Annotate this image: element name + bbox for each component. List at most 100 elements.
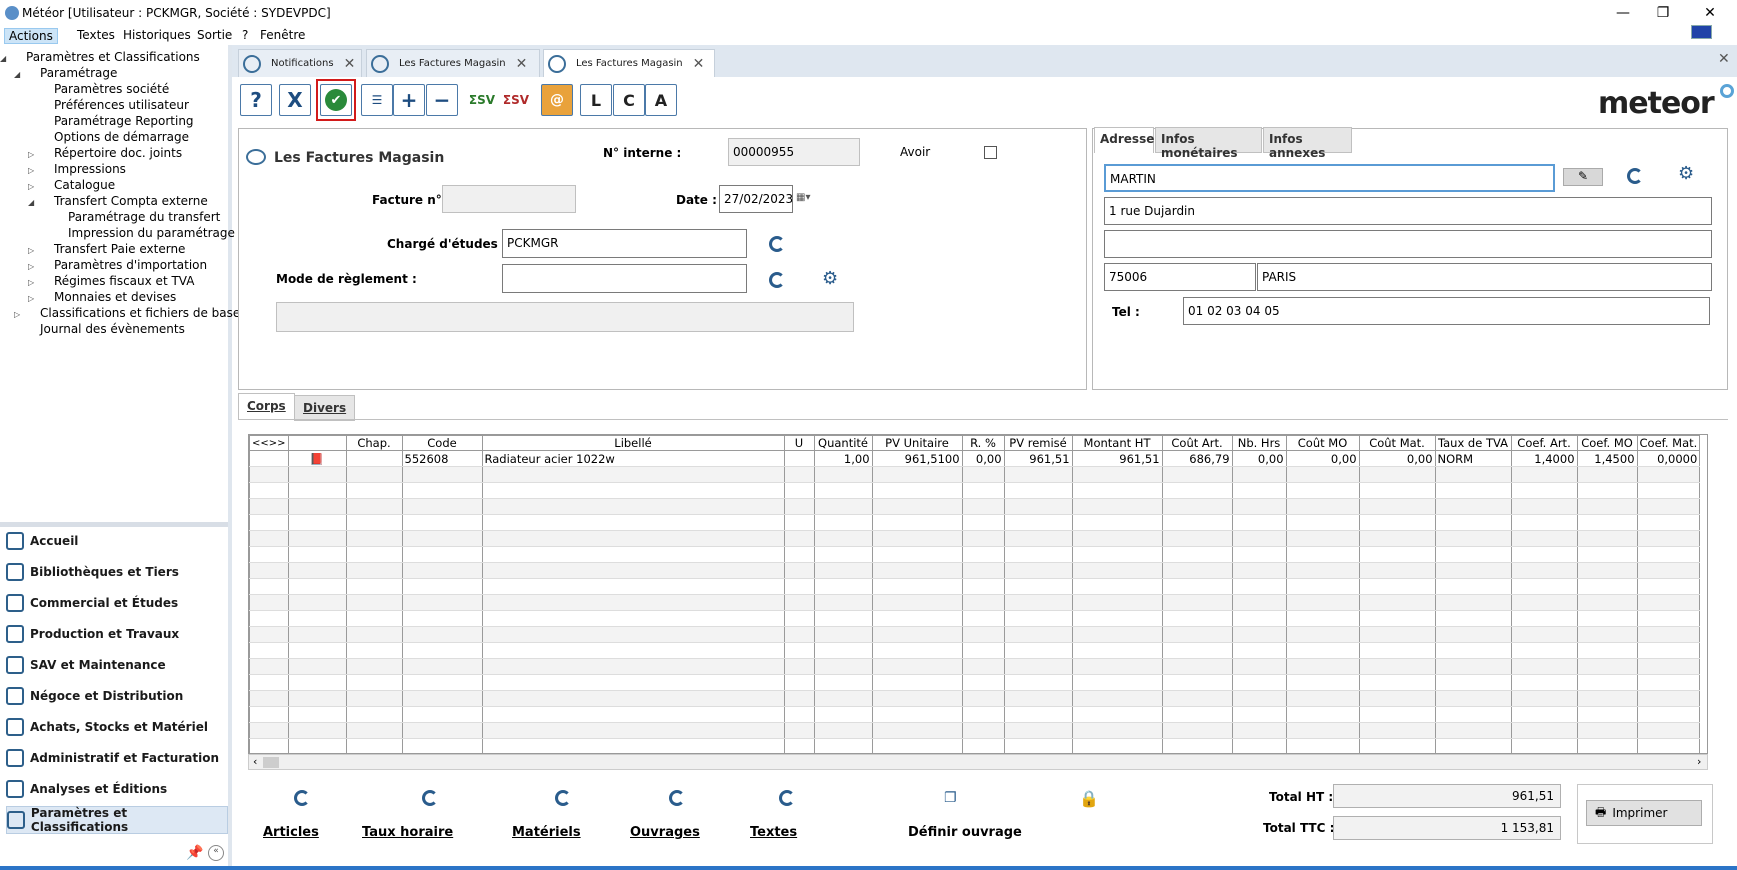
menu-actions[interactable]: Actions [4,28,58,44]
table-cell[interactable] [1003,642,1073,659]
table-cell[interactable] [813,578,873,595]
table-cell[interactable] [1285,498,1360,515]
table-cell[interactable] [345,642,403,659]
column-header[interactable]: R. % [961,435,1005,451]
table-cell[interactable] [961,514,1005,531]
tree-item[interactable]: Paramètres et Classifications [26,50,200,64]
table-cell[interactable] [345,514,403,531]
table-cell[interactable] [1576,514,1638,531]
table-cell[interactable] [961,546,1005,563]
add-l-button[interactable]: L [580,84,612,116]
tree-item[interactable]: Répertoire doc. joints [54,146,182,160]
table-cell[interactable] [871,514,963,531]
table-cell[interactable] [871,498,963,515]
close-button[interactable]: ✕ [1695,4,1725,22]
help-button[interactable]: ? [240,84,272,116]
tab-infos-monetaires[interactable]: Infos monétaires [1155,127,1262,160]
column-header[interactable]: Montant HT [1071,435,1163,451]
table-cell[interactable] [783,514,815,531]
table-cell[interactable] [1231,498,1287,515]
tree-expand-icon[interactable]: ▷ [28,166,34,175]
tree-expand-icon[interactable]: ▷ [28,294,34,303]
table-cell[interactable]: 1,00 [813,450,873,467]
table-cell[interactable] [1636,642,1701,659]
menu-help[interactable]: ? [238,28,252,42]
table-cell[interactable] [961,530,1005,547]
table-cell[interactable] [1636,578,1701,595]
table-cell[interactable] [1636,530,1701,547]
table-cell[interactable] [1510,594,1578,611]
menu-sortie[interactable]: Sortie [193,28,236,42]
table-row[interactable] [249,610,1701,627]
table-cell[interactable]: 686,79 [1161,450,1233,467]
table-cell[interactable] [1510,738,1578,753]
table-cell[interactable] [1161,482,1233,499]
table-cell[interactable] [1510,706,1578,723]
ouvrages-picker-icon[interactable] [669,790,685,806]
table-cell[interactable] [1231,738,1287,753]
table-cell[interactable] [813,610,873,627]
charge-field[interactable]: PCKMGR [502,229,747,258]
table-cell[interactable] [961,738,1005,753]
table-cell[interactable] [1003,482,1073,499]
table-cell[interactable] [1231,722,1287,739]
taux-horaire-link[interactable]: Taux horaire [362,825,453,840]
table-cell[interactable] [871,546,963,563]
table-cell[interactable] [961,594,1005,611]
table-cell[interactable] [1434,738,1512,753]
table-cell[interactable] [481,562,785,579]
table-cell[interactable] [1231,546,1287,563]
table-cell[interactable] [401,562,483,579]
articles-link[interactable]: Articles [263,825,319,840]
table-cell[interactable] [1434,674,1512,691]
table-cell[interactable] [961,482,1005,499]
table-cell[interactable] [1358,610,1436,627]
tel-field[interactable]: 01 02 03 04 05 [1183,297,1710,325]
table-cell[interactable] [1358,658,1436,675]
table-cell[interactable] [481,658,785,675]
sum-remove-button[interactable]: ΣSV [500,84,532,116]
table-cell[interactable] [1510,562,1578,579]
table-cell[interactable] [871,706,963,723]
table-cell[interactable] [1510,626,1578,643]
table-cell[interactable]: 0,00 [1358,450,1436,467]
city-field[interactable]: PARIS [1257,263,1712,291]
table-cell[interactable] [783,530,815,547]
table-cell[interactable] [1434,690,1512,707]
table-cell[interactable] [1231,514,1287,531]
remove-line-button[interactable]: − [426,84,458,116]
table-row[interactable] [249,642,1701,659]
tree-expand-icon[interactable]: ◢ [28,198,34,207]
table-cell[interactable] [1285,530,1360,547]
table-row[interactable] [249,626,1701,643]
table-cell[interactable] [813,530,873,547]
table-cell[interactable] [871,610,963,627]
table-cell[interactable]: 1,4000 [1510,450,1578,467]
scroll-left-icon[interactable]: ‹ [253,755,257,768]
table-cell[interactable] [1161,706,1233,723]
row-selector[interactable] [249,610,289,627]
row-selector[interactable] [249,546,289,563]
date-field[interactable]: 27/02/2023 [719,185,793,213]
tree-item[interactable]: Paramétrage [40,66,117,80]
tree-item[interactable]: Régimes fiscaux et TVA [54,274,194,288]
table-cell[interactable] [1231,466,1287,483]
row-selector[interactable] [249,722,289,739]
copy-icon[interactable]: ❐ [944,790,957,806]
table-cell[interactable] [961,658,1005,675]
table-cell[interactable] [345,594,403,611]
table-cell[interactable] [813,690,873,707]
table-cell[interactable] [1358,578,1436,595]
add-line-button[interactable]: + [393,84,425,116]
table-cell[interactable] [1358,706,1436,723]
facture-field[interactable] [442,185,576,213]
table-cell[interactable] [1161,642,1233,659]
table-cell[interactable] [1358,738,1436,753]
table-cell[interactable] [1071,626,1163,643]
table-cell[interactable] [1071,690,1163,707]
table-cell[interactable] [871,738,963,753]
table-cell[interactable]: 552608 [401,450,483,467]
table-cell[interactable] [1434,594,1512,611]
menu-fenetre[interactable]: Fenêtre [256,28,309,42]
tree-item[interactable]: Paramétrage du transfert [68,210,220,224]
